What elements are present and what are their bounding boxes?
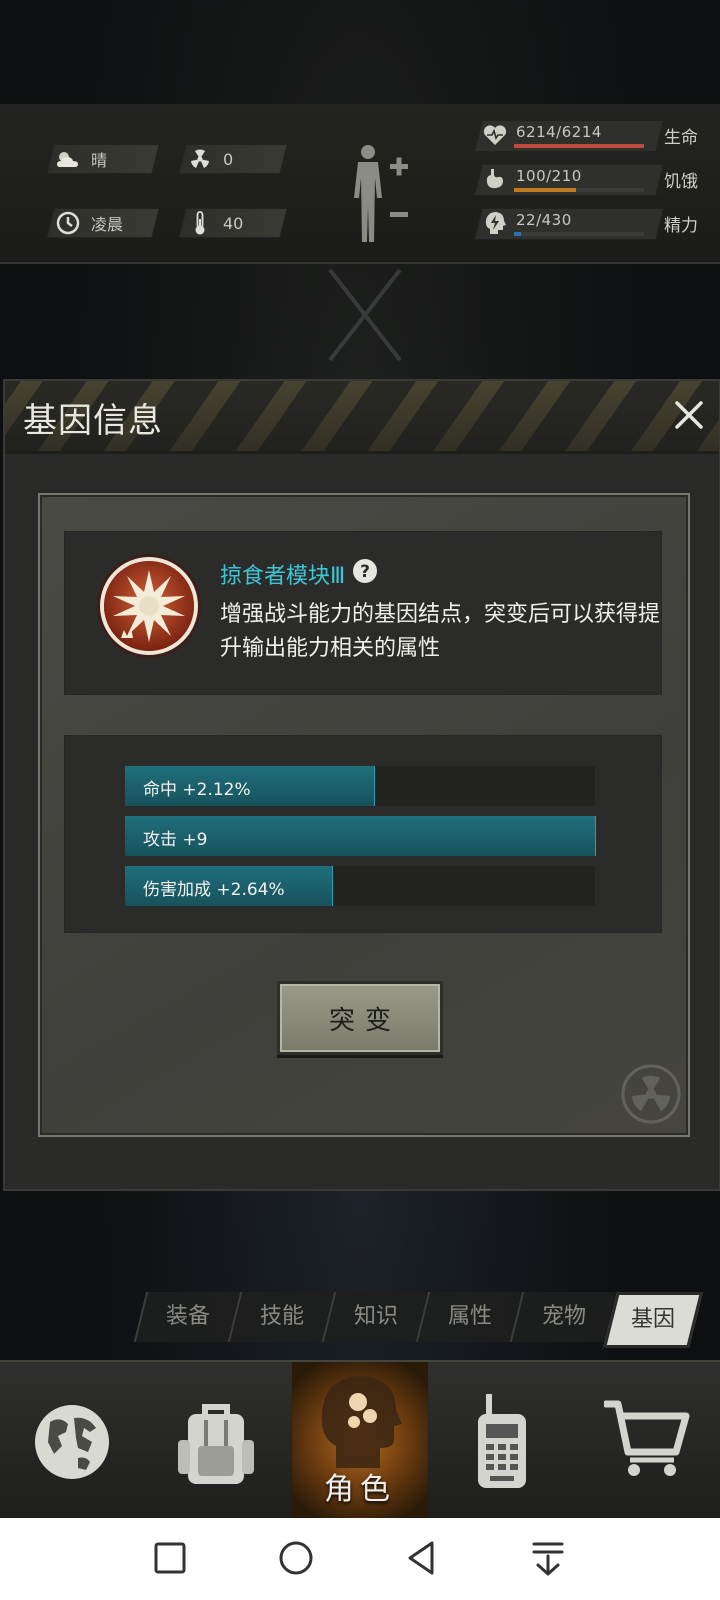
attribute-box: 命中 +2.12% 攻击 +9 伤害加成 +2.64% — [64, 735, 662, 933]
time-text: 凌晨 — [91, 215, 124, 234]
notification-pull-down-icon[interactable] — [528, 1538, 568, 1578]
system-navigation-bar — [0, 1518, 720, 1600]
hunger-value: 100/210 — [516, 167, 582, 185]
tab-pets[interactable]: 宠物 — [509, 1292, 617, 1342]
clock-icon — [51, 209, 85, 237]
health-value: 6214/6214 — [516, 123, 602, 141]
hunger-bar — [514, 188, 644, 192]
back-button[interactable] — [402, 1538, 442, 1578]
hunger-stat: 100/210 饥饿 — [474, 164, 708, 196]
nav-shop[interactable] — [564, 1362, 720, 1520]
health-bar — [514, 144, 644, 148]
attribute-bar-damage-bonus: 伤害加成 +2.64% — [125, 866, 595, 906]
weather-chip: 晴 — [46, 144, 160, 174]
tab-label: 基因 — [630, 1307, 675, 1332]
tab-label: 属性 — [447, 1304, 492, 1329]
walkie-talkie-icon — [478, 1394, 526, 1488]
character-head-icon — [321, 1376, 402, 1468]
recent-apps-button[interactable] — [150, 1538, 190, 1578]
predator-gene-icon — [97, 554, 201, 658]
nav-character[interactable]: 角色 — [292, 1362, 428, 1520]
home-button[interactable] — [276, 1538, 316, 1578]
attribute-label: 伤害加成 +2.64% — [143, 880, 285, 900]
close-button[interactable] — [669, 395, 709, 435]
nav-world-map[interactable] — [0, 1362, 144, 1520]
tab-genes[interactable]: 基因 — [603, 1292, 703, 1348]
radiation-watermark-icon — [621, 1064, 681, 1124]
dialog-title: 基因信息 — [23, 401, 163, 441]
energy-stat: 22/430 精力 — [474, 208, 708, 240]
energy-value: 22/430 — [516, 211, 572, 229]
temperature-value: 40 — [223, 213, 244, 233]
nav-backpack[interactable] — [144, 1362, 292, 1520]
nav-character-label: 角色 — [324, 1472, 396, 1507]
tab-knowledge[interactable]: 知识 — [321, 1292, 429, 1342]
tab-label: 知识 — [353, 1304, 398, 1329]
energy-label: 精力 — [664, 216, 698, 236]
mutate-button-label: 突变 — [328, 1005, 401, 1036]
background-marking — [328, 268, 402, 362]
health-label: 生命 — [664, 128, 698, 148]
health-stat: 6214/6214 生命 — [474, 120, 708, 152]
tab-equipment[interactable]: 装备 — [133, 1292, 241, 1342]
radiation-value: 0 — [223, 149, 234, 169]
radiation-chip: 0 — [178, 144, 288, 174]
heart-icon — [483, 125, 507, 145]
body-status-icon[interactable] — [346, 142, 418, 246]
tab-attributes[interactable]: 属性 — [415, 1292, 523, 1342]
backpack-icon — [178, 1404, 254, 1484]
gene-name: 掠食者模块Ⅲ — [220, 564, 346, 589]
tab-label: 技能 — [259, 1304, 304, 1329]
head-lightning-icon — [485, 212, 506, 234]
temperature-chip: 40 — [178, 208, 288, 238]
time-chip: 凌晨 — [46, 208, 160, 238]
tab-label: 宠物 — [541, 1304, 586, 1329]
dialog-header: 基因信息 — [5, 381, 719, 454]
shopping-cart-icon — [604, 1400, 690, 1476]
hunger-label: 饥饿 — [664, 172, 698, 192]
gene-info-box: 掠食者模块Ⅲ ? 增强战斗能力的基因结点，突变后可以获得提升输出能力相关的属性 — [64, 531, 662, 695]
attribute-bar-hit: 命中 +2.12% — [125, 766, 595, 806]
radiation-icon — [183, 145, 217, 173]
mutate-button[interactable]: 突变 — [277, 981, 443, 1055]
thermometer-icon — [183, 209, 217, 237]
tab-label: 装备 — [165, 1304, 210, 1329]
gene-panel: 掠食者模块Ⅲ ? 增强战斗能力的基因结点，突变后可以获得提升输出能力相关的属性 … — [38, 493, 690, 1137]
nav-radio[interactable] — [428, 1362, 564, 1520]
globe-icon — [35, 1405, 109, 1479]
svg-text:?: ? — [360, 562, 370, 582]
tab-skills[interactable]: 技能 — [227, 1292, 335, 1342]
attribute-label: 命中 +2.12% — [143, 780, 251, 800]
character-tabs: 装备 技能 知识 属性 宠物 基因 — [130, 1292, 703, 1348]
stomach-icon — [486, 169, 503, 189]
attribute-bar-attack: 攻击 +9 — [125, 816, 596, 856]
weather-text: 晴 — [91, 151, 108, 170]
gene-info-dialog: 基因信息 掠食者模块Ⅲ ? 增强战斗能力的基因结点，突变后可以获得提升输出能力相… — [3, 379, 720, 1191]
status-bar: 晴 0 凌晨 40 6214/6214 生命 100/210 饥饿 22/430… — [0, 104, 720, 264]
help-icon[interactable]: ? — [352, 558, 378, 584]
energy-bar — [514, 232, 644, 236]
bottom-navigation: 角色 — [0, 1360, 720, 1520]
cloud-sun-icon — [51, 145, 85, 173]
attribute-label: 攻击 +9 — [143, 830, 208, 850]
gene-description: 增强战斗能力的基因结点，突变后可以获得提升输出能力相关的属性 — [220, 602, 661, 661]
